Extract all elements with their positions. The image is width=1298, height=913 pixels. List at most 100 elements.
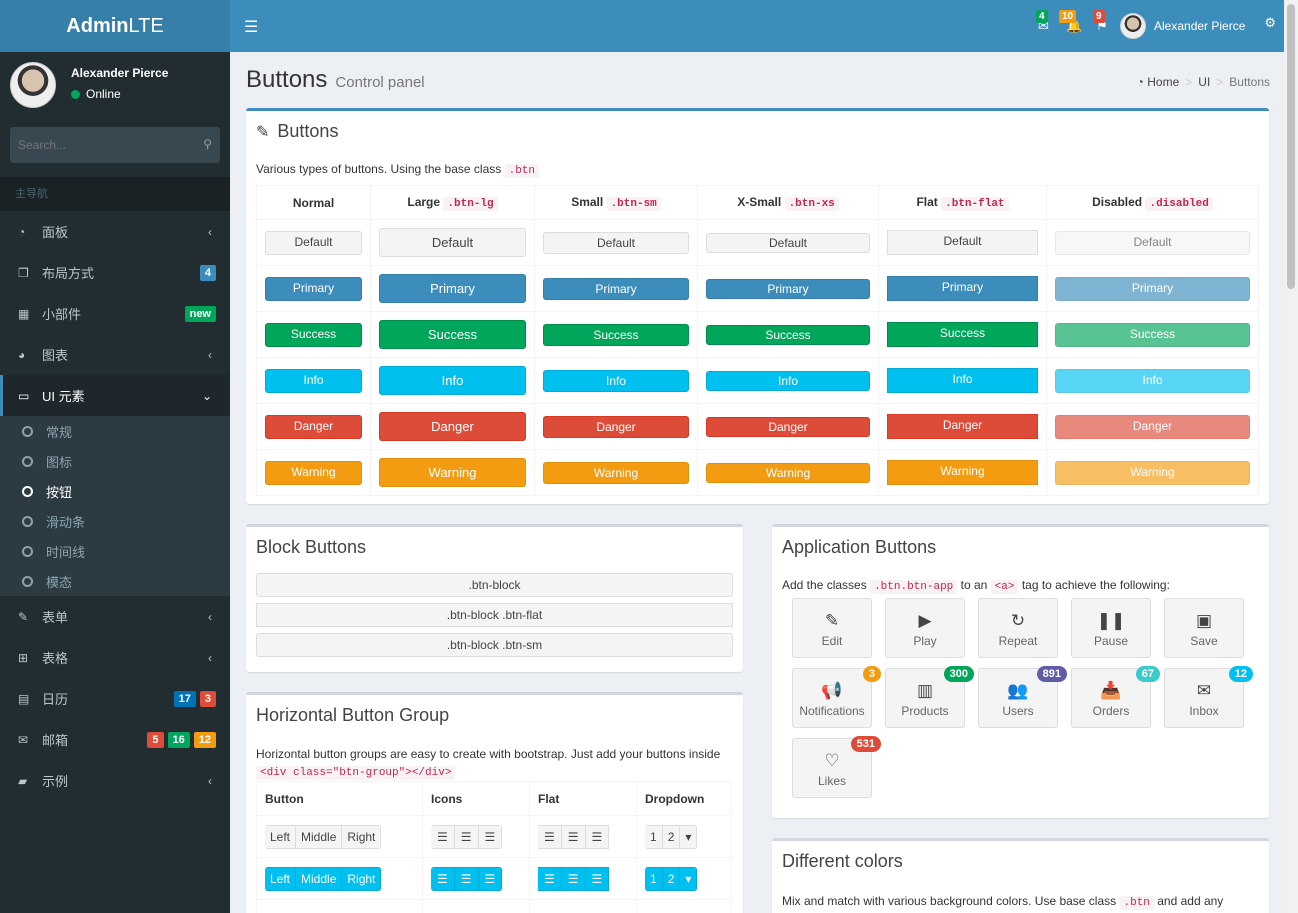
align-left-icon[interactable]: ☰: [538, 866, 562, 891]
user-menu[interactable]: Alexander Pierce: [1120, 13, 1245, 39]
warning-button[interactable]: Warning: [265, 460, 362, 485]
sidebar-item-ui-elements[interactable]: ▭ UI 元素 ⌄: [0, 375, 230, 416]
app-logo[interactable]: Admin LTE: [0, 0, 230, 52]
align-left-icon[interactable]: ☰: [431, 866, 455, 891]
warning-button[interactable]: Warning: [543, 461, 689, 484]
primary-button[interactable]: Primary: [543, 277, 689, 300]
breadcrumb-ui[interactable]: UI: [1198, 75, 1210, 89]
align-right-icon[interactable]: ☰: [477, 866, 503, 891]
table-cell: Primary: [878, 265, 1047, 312]
sidebar-item-dashboard[interactable]: ◔ 面板 ‹: [0, 211, 230, 252]
app-button-save[interactable]: ▣ Save: [1164, 598, 1244, 658]
app-button-products[interactable]: ▥ Products 300: [885, 666, 974, 728]
sidebar-item-layout[interactable]: ❐ 布局方式 4: [0, 252, 230, 293]
danger-button[interactable]: Danger: [706, 416, 870, 437]
sidebar-item-tables[interactable]: ⊞ 表格 ‹: [0, 637, 230, 678]
sidebar-item-widgets[interactable]: ▦ 小部件 new: [0, 293, 230, 334]
success-button[interactable]: Success: [265, 322, 362, 347]
submenu-icons[interactable]: 图标: [0, 446, 230, 476]
block-small-button[interactable]: .btn-block .btn-sm: [256, 633, 733, 657]
submenu-general[interactable]: 常规: [0, 416, 230, 446]
primary-button[interactable]: Primary: [887, 276, 1038, 301]
info-button[interactable]: Info: [706, 370, 870, 391]
group-button-2[interactable]: 2: [661, 824, 681, 849]
danger-button[interactable]: Danger: [543, 415, 689, 438]
button-group-table: Button Icons Flat Dropdown Left Middle Rig…: [256, 781, 732, 913]
scrollbar-thumb[interactable]: [1287, 4, 1295, 289]
gears-icon[interactable]: ⚙: [1264, 15, 1276, 31]
app-button-users[interactable]: 👥 Users 891: [978, 666, 1067, 728]
align-left-icon[interactable]: ☰: [431, 824, 455, 849]
box-description: Horizontal button groups are easy to cre…: [256, 746, 732, 782]
caret-down-icon[interactable]: ▾: [679, 866, 698, 891]
breadcrumb-home[interactable]: Home: [1147, 75, 1179, 89]
info-button[interactable]: Info: [379, 366, 526, 395]
app-button-likes[interactable]: ♡ Likes 531: [792, 736, 881, 798]
right-button[interactable]: Right: [341, 824, 382, 849]
caret-down-icon[interactable]: ▾: [679, 824, 698, 849]
group-button-1[interactable]: 1: [645, 866, 663, 891]
success-button[interactable]: Success: [543, 323, 689, 346]
align-center-icon[interactable]: ☰: [453, 866, 479, 891]
success-button[interactable]: Success: [379, 320, 526, 349]
default-button[interactable]: Default: [543, 231, 689, 254]
primary-button[interactable]: Primary: [379, 274, 526, 303]
app-button-notifications[interactable]: 📢 Notifications 3: [792, 666, 881, 728]
align-left-icon[interactable]: ☰: [538, 824, 562, 849]
sidebar-item-mailbox[interactable]: ✉ 邮箱 5 16 12: [0, 719, 230, 760]
submenu-timeline[interactable]: 时间线: [0, 536, 230, 566]
sidebar-item-examples[interactable]: ▰ 示例 ‹: [0, 760, 230, 801]
warning-button[interactable]: Warning: [379, 458, 526, 487]
success-button[interactable]: Success: [887, 322, 1038, 347]
submenu-modals[interactable]: 模态: [0, 566, 230, 596]
left-button[interactable]: Left: [265, 866, 297, 891]
default-button[interactable]: Default: [887, 230, 1038, 255]
submenu-label: 模态: [46, 574, 73, 590]
right-button[interactable]: Right: [341, 866, 382, 891]
default-button[interactable]: Default: [706, 232, 870, 253]
middle-button[interactable]: Middle: [295, 824, 343, 849]
info-button[interactable]: Info: [887, 368, 1038, 393]
align-center-icon[interactable]: ☰: [453, 824, 479, 849]
align-center-icon[interactable]: ☰: [560, 824, 586, 849]
app-button-play[interactable]: ▶ Play: [885, 598, 965, 658]
app-button-edit[interactable]: ✎ Edit: [792, 598, 872, 658]
app-button-repeat[interactable]: ↻ Repeat: [978, 598, 1058, 658]
align-right-icon[interactable]: ☰: [584, 866, 610, 891]
warning-button[interactable]: Warning: [706, 462, 870, 483]
group-button-2[interactable]: 2: [661, 866, 681, 891]
sidebar-item-charts[interactable]: ◕ 图表 ‹: [0, 334, 230, 375]
align-right-icon[interactable]: ☰: [584, 824, 610, 849]
middle-button[interactable]: Middle: [295, 866, 343, 891]
block-flat-button[interactable]: .btn-block .btn-flat: [256, 603, 733, 627]
sidebar-toggle-icon[interactable]: ☰: [244, 17, 258, 37]
page-scrollbar[interactable]: [1284, 0, 1298, 913]
warning-button[interactable]: Warning: [887, 460, 1038, 485]
left-button[interactable]: Left: [265, 824, 297, 849]
align-center-icon[interactable]: ☰: [560, 866, 586, 891]
search-icon[interactable]: ⚲: [203, 137, 212, 151]
submenu-buttons[interactable]: 按钮: [0, 476, 230, 506]
info-button[interactable]: Info: [543, 369, 689, 392]
app-button-pause[interactable]: ❚❚ Pause: [1071, 598, 1151, 658]
danger-button[interactable]: Danger: [265, 414, 362, 439]
sidebar-item-calendar[interactable]: ▤ 日历 17 3: [0, 678, 230, 719]
danger-button[interactable]: Danger: [379, 412, 526, 441]
group-button-1[interactable]: 1: [645, 824, 663, 849]
sidebar-item-forms[interactable]: ✎ 表单 ‹: [0, 596, 230, 637]
app-button-inbox[interactable]: ✉ Inbox 12: [1164, 666, 1253, 728]
primary-button[interactable]: Primary: [706, 278, 870, 299]
danger-button[interactable]: Danger: [887, 414, 1038, 439]
success-button[interactable]: Success: [706, 324, 870, 345]
default-button[interactable]: Default: [265, 230, 362, 255]
default-button[interactable]: Default: [379, 228, 526, 257]
table-cell: Info: [534, 357, 698, 404]
info-button[interactable]: Info: [265, 368, 362, 393]
app-button-badge: 531: [850, 736, 881, 752]
align-right-icon[interactable]: ☰: [477, 824, 503, 849]
primary-button[interactable]: Primary: [265, 276, 362, 301]
sidebar-search-input[interactable]: [10, 127, 190, 163]
submenu-sliders[interactable]: 滑动条: [0, 506, 230, 536]
block-button[interactable]: .btn-block: [256, 573, 733, 597]
app-button-orders[interactable]: 📥 Orders 67: [1071, 666, 1160, 728]
